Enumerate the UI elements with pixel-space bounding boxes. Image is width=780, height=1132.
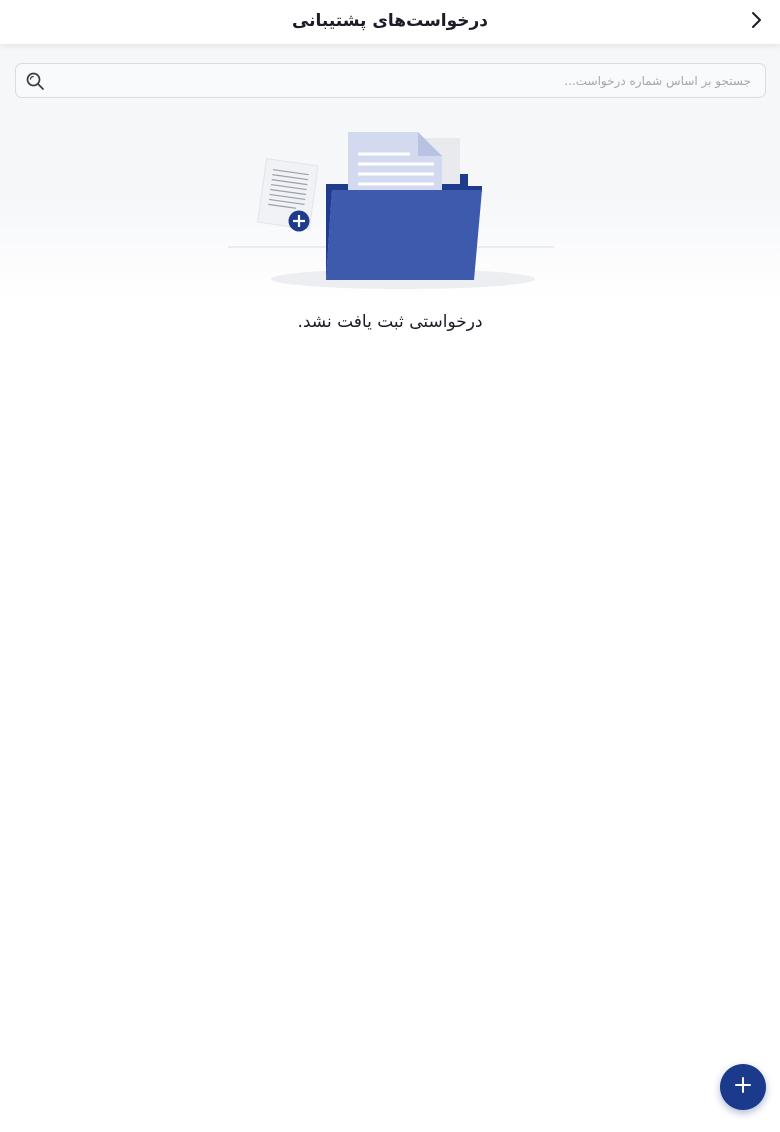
search-bar	[15, 63, 766, 98]
add-request-button[interactable]	[720, 1064, 766, 1110]
support-requests-page: درخواست‌های پشتیبانی	[0, 0, 780, 1132]
app-header: درخواست‌های پشتیبانی	[0, 0, 780, 44]
empty-folder-illustration	[228, 128, 554, 292]
search-icon[interactable]	[24, 70, 46, 92]
empty-state-message: درخواستی ثبت یافت نشد.	[297, 312, 483, 332]
page-title: درخواست‌های پشتیبانی	[291, 11, 489, 31]
search-input[interactable]	[60, 64, 751, 97]
plus-icon	[733, 1075, 753, 1099]
chevron-right-icon	[749, 11, 763, 33]
back-button[interactable]	[740, 6, 772, 38]
